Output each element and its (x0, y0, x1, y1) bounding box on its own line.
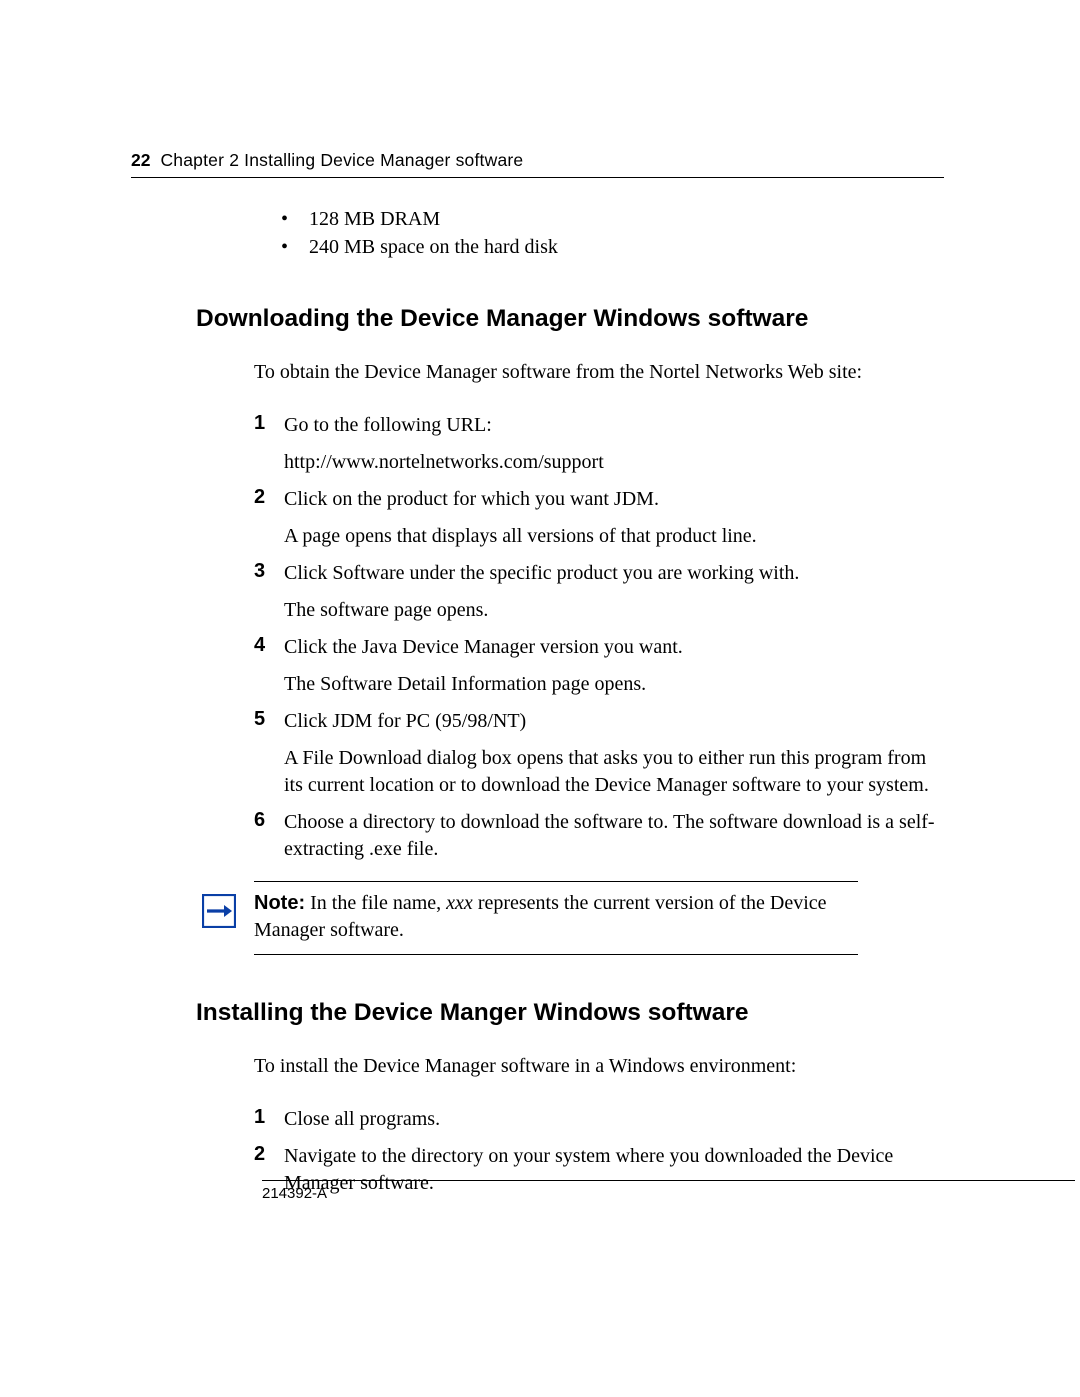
note-text: Note: In the file name, xxx represents t… (254, 890, 858, 944)
page-number: 22 (131, 150, 150, 171)
step-body: Click JDM for PC (95/98/NT) A File Downl… (284, 708, 944, 799)
step-text: Close all programs. (284, 1106, 944, 1133)
step-body: Choose a directory to download the softw… (284, 809, 944, 863)
step-number: 4 (254, 634, 284, 698)
section-intro: To obtain the Device Manager software fr… (254, 361, 944, 384)
content-frame: 22 Chapter 2 Installing Device Manager s… (131, 150, 944, 1207)
step-body: Click the Java Device Manager version yo… (284, 634, 944, 698)
step-text: Click on the product for which you want … (284, 486, 944, 513)
step-number: 1 (254, 1106, 284, 1133)
arrow-right-icon (202, 894, 238, 928)
step-text: Click the Java Device Manager version yo… (284, 634, 944, 661)
list-item: 128 MB DRAM (281, 205, 944, 233)
body-column: 128 MB DRAM 240 MB space on the hard dis… (196, 205, 944, 1197)
step-number: 3 (254, 560, 284, 624)
step-text: Choose a directory to download the softw… (284, 809, 944, 863)
note-label: Note: (254, 892, 305, 914)
footer: 214392-A (262, 1180, 1075, 1202)
note-block: Note: In the file name, xxx represents t… (254, 881, 858, 955)
step-body: Click Software under the specific produc… (284, 560, 944, 624)
step-item: 1 Close all programs. (254, 1106, 944, 1133)
step-item: 1 Go to the following URL: http://www.no… (254, 412, 944, 476)
step-text: Go to the following URL: (284, 412, 944, 439)
doc-id: 214392-A (262, 1185, 327, 1202)
list-item: 240 MB space on the hard disk (281, 233, 944, 261)
note-italic: xxx (446, 892, 473, 914)
step-item: 6 Choose a directory to download the sof… (254, 809, 944, 863)
step-body: Close all programs. (284, 1106, 944, 1133)
section-heading-install: Installing the Device Manger Windows sof… (196, 999, 944, 1027)
step-item: 2 Click on the product for which you wan… (254, 486, 944, 550)
step-text: A File Download dialog box opens that as… (284, 745, 944, 799)
section-intro: To install the Device Manager software i… (254, 1055, 944, 1078)
step-item: 5 Click JDM for PC (95/98/NT) A File Dow… (254, 708, 944, 799)
step-number: 5 (254, 708, 284, 799)
requirements-list: 128 MB DRAM 240 MB space on the hard dis… (281, 205, 944, 261)
step-text: http://www.nortelnetworks.com/support (284, 449, 944, 476)
section-heading-download: Downloading the Device Manager Windows s… (196, 305, 944, 333)
step-text: The software page opens. (284, 597, 944, 624)
step-body: Click on the product for which you want … (284, 486, 944, 550)
step-item: 4 Click the Java Device Manager version … (254, 634, 944, 698)
step-text: A page opens that displays all versions … (284, 523, 944, 550)
step-body: Go to the following URL: http://www.nort… (284, 412, 944, 476)
step-text: Click JDM for PC (95/98/NT) (284, 708, 944, 735)
chapter-title: Chapter 2 Installing Device Manager soft… (160, 150, 523, 171)
page: 22 Chapter 2 Installing Device Manager s… (0, 0, 1080, 1397)
step-text: The Software Detail Information page ope… (284, 671, 944, 698)
step-item: 3 Click Software under the specific prod… (254, 560, 944, 624)
download-steps: 1 Go to the following URL: http://www.no… (254, 412, 944, 863)
step-text: Click Software under the specific produc… (284, 560, 944, 587)
step-number: 1 (254, 412, 284, 476)
step-number: 6 (254, 809, 284, 863)
running-header: 22 Chapter 2 Installing Device Manager s… (131, 150, 944, 178)
note-prefix: In the file name, (305, 892, 446, 914)
step-number: 2 (254, 486, 284, 550)
